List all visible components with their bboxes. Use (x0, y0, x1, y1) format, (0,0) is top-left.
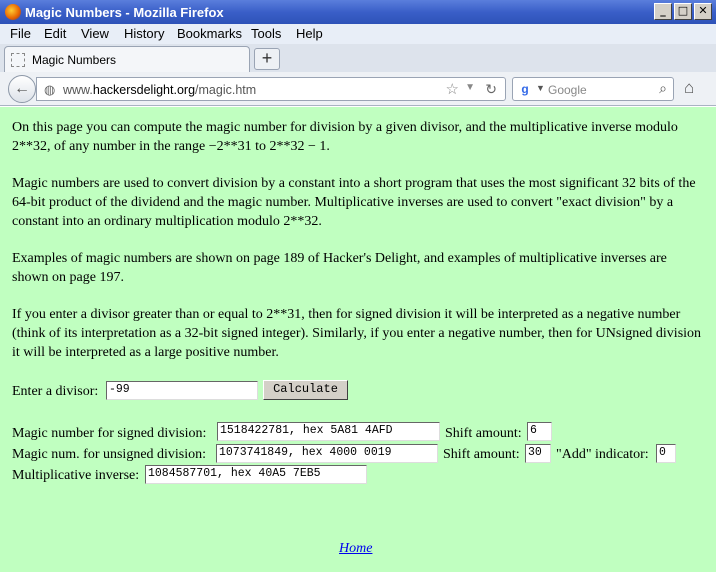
menu-view[interactable]: View (81, 26, 109, 41)
window-title: Magic Numbers - Mozilla Firefox (25, 5, 224, 20)
search-placeholder: Google (548, 83, 587, 97)
new-tab-button[interactable]: + (254, 48, 280, 70)
inverse-label: Multiplicative inverse: (12, 468, 140, 483)
globe-icon: ◍ (44, 82, 56, 97)
unsigned-shift-field[interactable]: 30 (525, 444, 551, 463)
search-engine-dropdown-icon[interactable]: ▼ (536, 83, 545, 93)
tab-magic-numbers[interactable]: Magic Numbers (4, 46, 250, 72)
page-content: On this page you can compute the magic n… (0, 107, 716, 572)
signed-shift-label: Shift amount: (445, 426, 522, 441)
add-indicator-label: "Add" indicator: (556, 447, 649, 462)
back-button[interactable]: ← (8, 75, 36, 103)
url-history-dropdown-icon[interactable]: ▼ (465, 82, 475, 93)
menu-edit[interactable]: Edit (44, 26, 66, 41)
inverse-field[interactable]: 1084587701, hex 40A5 7EB5 (145, 465, 367, 484)
calculate-button[interactable]: Calculate (263, 380, 348, 400)
reload-icon[interactable]: ↻ (485, 81, 497, 98)
intro-paragraph: On this page you can compute the magic n… (12, 120, 678, 154)
divisor-label: Enter a divisor: (12, 384, 99, 399)
url-text: www.hackersdelight.org/magic.htm (63, 83, 256, 97)
back-arrow-icon: ← (14, 80, 30, 97)
unsigned-magic-label: Magic num. for unsigned division: (12, 447, 207, 462)
bookmark-star-icon[interactable]: ☆ (446, 80, 459, 98)
url-domain: hackersdelight.org (92, 83, 196, 97)
menu-tools[interactable]: Tools (251, 26, 281, 41)
tab-label: Magic Numbers (32, 53, 117, 67)
signed-magic-label: Magic number for signed division: (12, 426, 207, 441)
magic-numbers-paragraph: Magic numbers are used to convert divisi… (12, 176, 696, 229)
tab-strip: Magic Numbers + (0, 44, 716, 72)
divisor-note-paragraph: If you enter a divisor greater than or e… (12, 307, 702, 360)
search-bar[interactable]: g ▼ Google ⌕ (512, 77, 674, 101)
google-engine-icon[interactable]: g (517, 81, 533, 97)
menu-file[interactable]: File (10, 26, 31, 41)
divisor-input[interactable]: -99 (106, 381, 258, 400)
signed-magic-field[interactable]: 1518422781, hex 5A81 4AFD (217, 422, 440, 441)
navigation-toolbar: ◍ www.hackersdelight.org/magic.htm ☆ ▼ ↻… (0, 72, 716, 106)
window-titlebar: Magic Numbers - Mozilla Firefox _ □ ✕ (0, 0, 716, 24)
url-bar[interactable]: ◍ www.hackersdelight.org/magic.htm ☆ ▼ ↻ (36, 77, 506, 101)
unsigned-shift-label: Shift amount: (443, 447, 520, 462)
menu-history[interactable]: History (124, 26, 164, 41)
firefox-icon (5, 4, 21, 20)
maximize-button[interactable]: □ (674, 3, 692, 20)
close-button[interactable]: ✕ (694, 3, 712, 20)
home-icon[interactable]: ⌂ (684, 78, 694, 98)
unsigned-magic-field[interactable]: 1073741849, hex 4000 0019 (216, 444, 438, 463)
url-path: /magic.htm (195, 83, 257, 97)
search-magnifier-icon[interactable]: ⌕ (659, 80, 667, 97)
home-link[interactable]: Home (339, 539, 372, 558)
minimize-button[interactable]: _ (654, 3, 672, 20)
url-prefix: www. (63, 83, 93, 97)
signed-shift-field[interactable]: 6 (527, 422, 552, 441)
menu-bar: File Edit View History Bookmarks Tools H… (0, 24, 716, 44)
page-favicon-icon (11, 53, 25, 67)
window-controls: _ □ ✕ (654, 3, 712, 20)
add-indicator-field[interactable]: 0 (656, 444, 676, 463)
examples-paragraph: Examples of magic numbers are shown on p… (12, 251, 667, 285)
menu-bookmarks[interactable]: Bookmarks (177, 26, 242, 41)
menu-help[interactable]: Help (296, 26, 323, 41)
